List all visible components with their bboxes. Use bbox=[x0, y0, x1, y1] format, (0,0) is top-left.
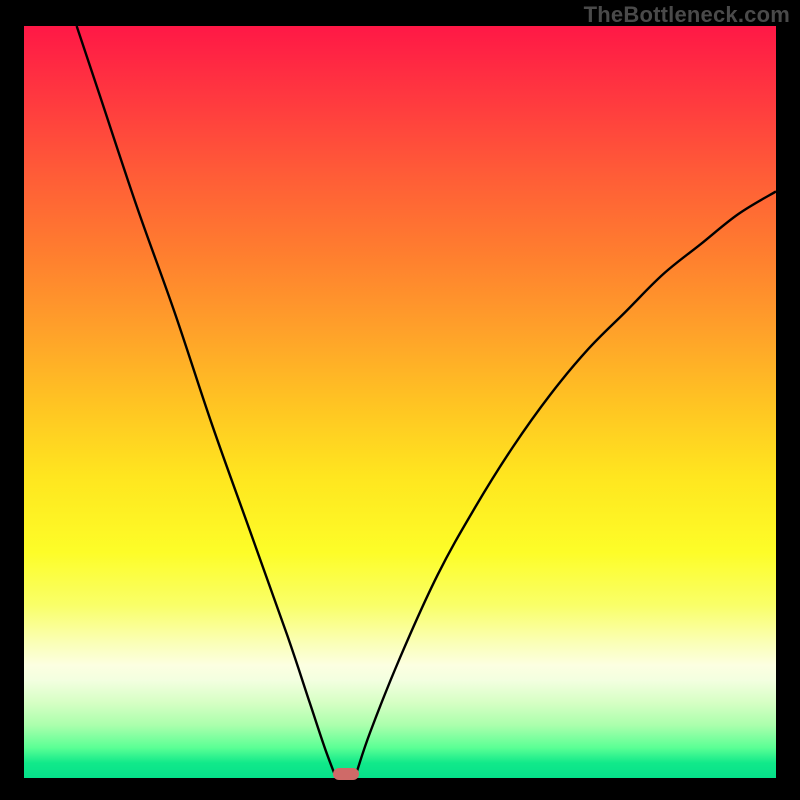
watermark-text: TheBottleneck.com bbox=[584, 2, 790, 28]
left-branch-curve bbox=[77, 26, 336, 778]
minimum-marker bbox=[333, 768, 359, 780]
right-branch-curve bbox=[355, 191, 776, 778]
chart-frame: TheBottleneck.com bbox=[0, 0, 800, 800]
curve-layer bbox=[24, 26, 776, 778]
plot-area bbox=[24, 26, 776, 778]
